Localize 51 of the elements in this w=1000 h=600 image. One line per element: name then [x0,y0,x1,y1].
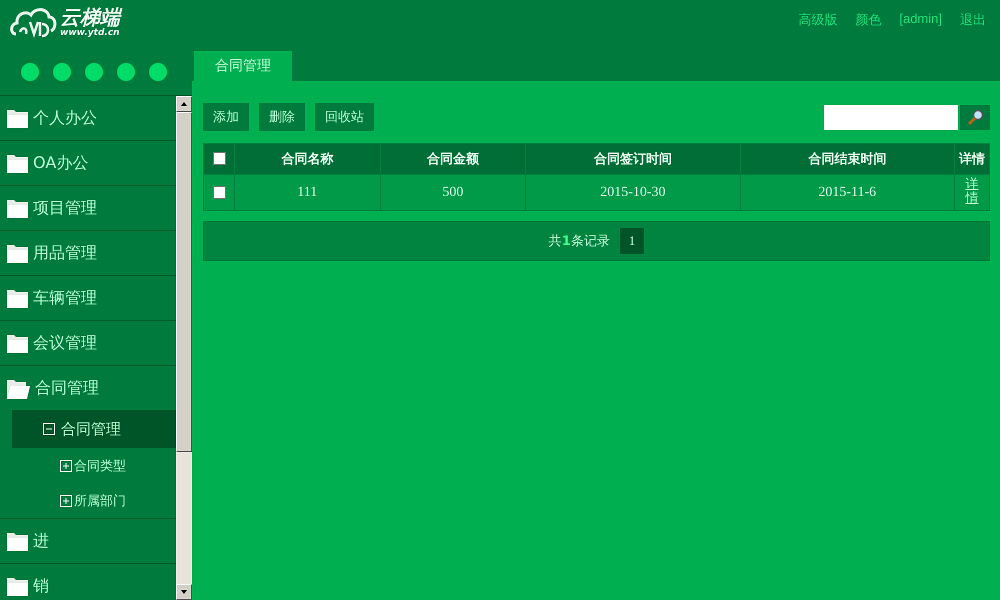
menu-item[interactable]: OA办公 [0,141,176,185]
logo-text: 云梯端 [60,6,120,28]
expand-icon [60,494,72,506]
menu-item[interactable]: 用品管理 [0,231,176,275]
toolbar-button[interactable]: 添加 [203,103,249,131]
menu-item[interactable]: 项目管理 [0,186,176,230]
up-arrow-icon [180,101,188,107]
dot-icon [21,62,39,80]
column-header: 合同名称 [234,144,380,174]
scroll-up-button[interactable] [176,96,192,112]
record-count: 共1条记录 [548,233,610,250]
expand-icon [60,460,72,472]
search-icon [966,108,984,126]
column-header: 合同签订时间 [526,144,740,174]
down-arrow-icon [180,589,188,595]
dot-icon [117,62,135,80]
scroll-down-button[interactable] [176,584,192,600]
menu-item[interactable]: 车辆管理 [0,276,176,320]
menu-item[interactable]: 个人办公 [0,96,176,140]
logo-url: www.ytd.cn [60,28,120,38]
scrollbar[interactable] [176,96,192,600]
table-cell: 500 [380,174,526,210]
search-field[interactable] [824,104,958,130]
table-cell: 2015-10-30 [526,174,740,210]
header-link[interactable]: 颜色 [855,11,882,29]
tab[interactable]: 合同管理 [194,51,292,81]
submenu-item[interactable]: 合同管理 [12,410,176,448]
toolbar-button[interactable]: 回收站 [315,103,374,131]
submenu-item[interactable]: 合同类型 [0,448,176,483]
search-button[interactable] [960,104,990,130]
header-link[interactable]: 退出 [960,11,986,29]
scroll-thumb[interactable] [176,112,192,452]
row-checkbox[interactable] [212,186,226,199]
submenu-item[interactable]: 所属部门 [0,483,176,518]
menu-item[interactable]: 销 [0,564,176,600]
select-all-checkbox[interactable] [212,152,226,166]
dot-icon [149,62,167,80]
menu-item[interactable]: 合同管理 [0,366,176,410]
page-button[interactable]: 1 [620,228,644,254]
menu-item[interactable]: 进 [0,519,176,563]
dot-icon [53,62,71,80]
header-link[interactable]: [admin] [899,11,942,29]
column-header: 合同结束时间 [740,144,954,174]
dot-icon [85,62,103,80]
column-header: 合同金额 [380,144,526,174]
header-link[interactable]: 高级版 [798,11,838,29]
collapse-icon [43,423,55,435]
table-cell: 111 [234,174,380,210]
table-cell: 2015-11-6 [740,174,954,210]
menu-item[interactable]: 会议管理 [0,321,176,365]
toolbar-button[interactable]: 删除 [259,103,305,131]
